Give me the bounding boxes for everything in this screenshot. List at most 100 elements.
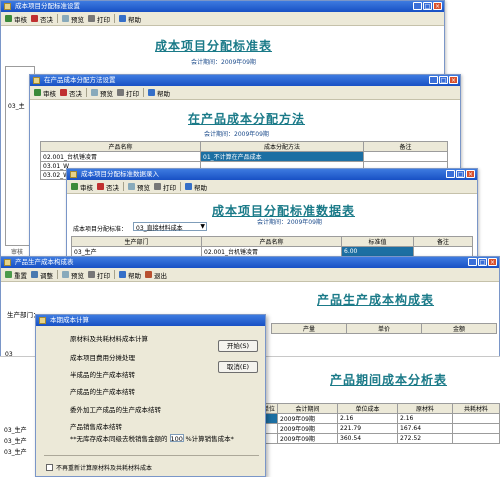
- header-remark: 备注: [413, 236, 473, 247]
- adjust-button[interactable]: 调整: [31, 270, 53, 280]
- approve-button[interactable]: 审核: [5, 14, 27, 24]
- toolbar-separator: [57, 270, 58, 279]
- window-icon: [70, 171, 77, 178]
- window-icon: [33, 77, 40, 84]
- table-header: 产量 单价 金额: [271, 323, 497, 334]
- exit-icon: [145, 271, 152, 278]
- cost-item-select[interactable]: 03_直接材料成本 ▼: [133, 222, 207, 232]
- print-button[interactable]: 打印: [88, 270, 110, 280]
- cost-calculation-dialog: 本期成本计算 原材料及共耗材料成本计算 成本项目费用分摊处理 半成品的生产成本结…: [35, 314, 266, 477]
- close-button[interactable]: ×: [433, 2, 442, 10]
- help-icon: [148, 89, 155, 96]
- print-button[interactable]: 打印: [88, 14, 110, 24]
- help-button[interactable]: 帮助: [185, 182, 207, 192]
- row-label: 03_生产: [4, 438, 27, 445]
- table-row[interactable]: 03_生产 02.001_台机锤凌胃 6.00: [71, 246, 473, 257]
- maximize-button[interactable]: □: [478, 258, 487, 266]
- title-bar: 本期成本计算: [36, 315, 265, 326]
- header-product-name: 产品名称: [201, 236, 342, 247]
- window-title: 成本项目分配标准数据录入: [81, 170, 159, 178]
- reset-button[interactable]: 重置: [5, 270, 27, 280]
- toolbar-separator: [123, 182, 124, 191]
- reject-button[interactable]: 否决: [31, 14, 53, 24]
- header-product-name: 产品名称: [40, 141, 201, 152]
- header-period: 会计期间: [277, 403, 339, 414]
- cancel-button[interactable]: 取消(E): [218, 361, 258, 373]
- toolbar: 审核 否决 预览 打印 帮助: [30, 86, 460, 100]
- table-header: 量单位 会计期间 单位成本 原材料 共耗材料: [253, 403, 500, 414]
- dialog-title: 本期成本计算: [50, 316, 89, 324]
- cell-remark[interactable]: [413, 246, 473, 257]
- close-button[interactable]: ×: [449, 76, 458, 84]
- report-title: 成本项目分配标准表: [155, 39, 273, 53]
- cost-item-label: 成本项目分配标准：: [73, 226, 128, 233]
- window-icon: [4, 259, 11, 266]
- skip-recalc-label: 不再重新计算原材料及共耗材料成本: [56, 465, 153, 472]
- sales-ratio-input[interactable]: 100: [169, 434, 184, 443]
- cell-method[interactable]: 01_不计算在产品成本: [200, 151, 364, 162]
- toolbar-separator: [114, 14, 115, 23]
- row-label: 03_生产: [4, 427, 27, 434]
- header-unit-cost: 单位成本: [337, 403, 399, 414]
- cell-remark[interactable]: [363, 151, 448, 162]
- close-button[interactable]: ×: [488, 258, 497, 266]
- preview-icon: [62, 271, 69, 278]
- start-button[interactable]: 开始(S): [218, 340, 258, 352]
- header-shared-material: 共耗材料: [452, 403, 500, 414]
- adjust-icon: [31, 271, 38, 278]
- period-label: 会计期间：2009年09期: [191, 59, 256, 66]
- period-cost-table: 量单位会计期间单位成本原材料共耗材料 个2009年09期2.162.16 台20…: [253, 403, 500, 444]
- approve-button[interactable]: 审核: [34, 88, 56, 98]
- cell-department[interactable]: 03_生产: [71, 246, 202, 257]
- help-button[interactable]: 帮助: [148, 88, 170, 98]
- header-allocation-method: 成本分配方法: [200, 141, 364, 152]
- minimize-button[interactable]: _: [446, 170, 455, 178]
- cell-product[interactable]: 02.001_台机锤凌胃: [40, 151, 201, 162]
- toolbar: 审核 否决 预览 打印 帮助: [1, 12, 444, 26]
- maximize-button[interactable]: □: [423, 2, 432, 10]
- exit-button[interactable]: 退出: [145, 270, 167, 280]
- window-title: 在产品成本分配方法设置: [44, 76, 116, 84]
- reject-button[interactable]: 否决: [60, 88, 82, 98]
- printer-icon: [88, 15, 95, 22]
- header-remark: 备注: [363, 141, 448, 152]
- minimize-button[interactable]: _: [413, 2, 422, 10]
- approve-status: 审核: [11, 249, 24, 256]
- approve-icon: [34, 89, 41, 96]
- preview-icon: [91, 89, 98, 96]
- step-label: 原材料及共耗材料成本计算: [70, 335, 148, 343]
- step-label: 成本项目费用分摊处理: [70, 354, 135, 362]
- print-button[interactable]: 打印: [117, 88, 139, 98]
- divider: [44, 455, 259, 456]
- reject-button[interactable]: 否决: [97, 182, 119, 192]
- reject-icon: [97, 183, 104, 190]
- window-title: 成本项目分配标准设置: [15, 2, 80, 10]
- maximize-button[interactable]: □: [439, 76, 448, 84]
- row-label: 03_生产: [4, 449, 27, 456]
- print-button[interactable]: 打印: [154, 182, 176, 192]
- printer-icon: [88, 271, 95, 278]
- table-row[interactable]: 台2009年09期360.54272.52: [253, 433, 500, 444]
- preview-button[interactable]: 预览: [128, 182, 150, 192]
- preview-button[interactable]: 预览: [91, 88, 113, 98]
- table-row[interactable]: 台2009年09期221.79167.64: [253, 423, 500, 434]
- cell-value[interactable]: 6.00: [341, 246, 414, 257]
- chevron-down-icon: ▼: [200, 223, 205, 230]
- help-button[interactable]: 帮助: [119, 14, 141, 24]
- minimize-button[interactable]: _: [468, 258, 477, 266]
- maximize-button[interactable]: □: [456, 170, 465, 178]
- approve-button[interactable]: 审核: [71, 182, 93, 192]
- table-header: 生产部门 产品名称 标准值 备注: [71, 236, 473, 247]
- close-button[interactable]: ×: [466, 170, 475, 178]
- minimize-button[interactable]: _: [429, 76, 438, 84]
- toolbar-separator: [180, 182, 181, 191]
- help-button[interactable]: 帮助: [119, 270, 141, 280]
- step-label: 产品销售成本结转: [70, 423, 122, 431]
- preview-button[interactable]: 预览: [62, 14, 84, 24]
- skip-recalc-checkbox[interactable]: [46, 464, 53, 471]
- table-row[interactable]: 02.001_台机锤凌胃 01_不计算在产品成本: [40, 151, 448, 162]
- preview-button[interactable]: 预览: [62, 270, 84, 280]
- toolbar-separator: [114, 270, 115, 279]
- table-row[interactable]: 个2009年09期2.162.16: [253, 413, 500, 424]
- cell-product[interactable]: 02.001_台机锤凌胃: [201, 246, 342, 257]
